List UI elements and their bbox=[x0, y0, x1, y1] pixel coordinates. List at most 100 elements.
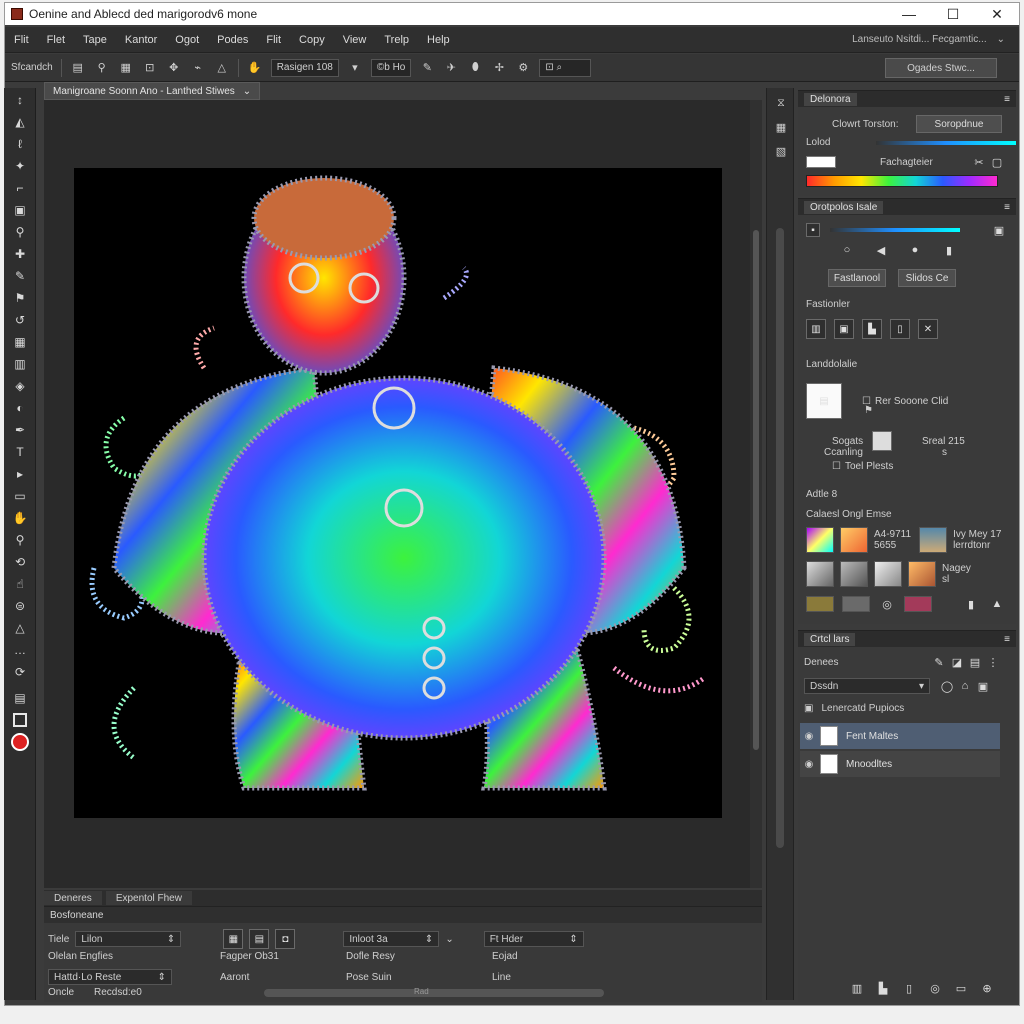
volume-icon[interactable]: ◀ bbox=[872, 241, 890, 259]
checkbox[interactable]: ☐ bbox=[832, 461, 841, 472]
link-icon[interactable]: ▦ bbox=[223, 929, 244, 949]
pen-tool-icon[interactable]: ✒ bbox=[9, 420, 31, 440]
group-icon[interactable]: ▣ bbox=[804, 703, 813, 714]
pen-icon[interactable]: ✎ bbox=[419, 60, 435, 76]
color-mode-button[interactable]: Soropdnue bbox=[916, 115, 1002, 133]
style-thumbnail[interactable] bbox=[840, 561, 868, 587]
filter-select[interactable]: Ft Hder ⇕ bbox=[483, 931, 584, 947]
grid-icon[interactable]: ▤ bbox=[249, 929, 270, 949]
document-tab[interactable]: Manigroane Soonn Ano - Lanthed Stiwes ⌄ bbox=[44, 82, 260, 100]
close-button[interactable]: ✕ bbox=[975, 3, 1019, 25]
panel-menu-icon[interactable]: ≡ bbox=[1004, 634, 1010, 645]
color-swatch[interactable] bbox=[806, 156, 836, 168]
menu-item[interactable]: Flit bbox=[5, 34, 38, 46]
style-thumbnail[interactable] bbox=[806, 561, 834, 587]
eyedropper-tool-icon[interactable]: ⚲ bbox=[9, 222, 31, 242]
bookmark-icon[interactable]: ▮ bbox=[940, 241, 958, 259]
style-thumbnail[interactable] bbox=[904, 596, 932, 612]
hand-tool-icon[interactable]: ✋ bbox=[9, 508, 31, 528]
menu-item[interactable]: Kantor bbox=[116, 34, 166, 46]
lock-icon[interactable]: ⊡ bbox=[142, 60, 158, 76]
edit-icon[interactable]: ▣ bbox=[990, 221, 1008, 239]
eye-icon[interactable]: ◉ bbox=[800, 759, 818, 770]
panel-menu-icon[interactable]: ≡ bbox=[1004, 202, 1010, 213]
crop-tool-icon[interactable]: ⌐ bbox=[9, 178, 31, 198]
mask-icon[interactable]: ▯ bbox=[900, 979, 918, 997]
menu-item[interactable]: View bbox=[334, 34, 376, 46]
pen-icon[interactable]: ✎ bbox=[930, 653, 948, 671]
align-center-icon[interactable]: ▣ bbox=[834, 319, 854, 339]
scrollbar-thumb[interactable] bbox=[753, 230, 759, 750]
layer-row[interactable]: ◉ Mnoodltes bbox=[800, 751, 1000, 777]
gradient-tool-icon[interactable]: ▥ bbox=[9, 354, 31, 374]
sharpen-tool-icon[interactable]: △ bbox=[9, 618, 31, 638]
layers-icon[interactable]: ▦ bbox=[772, 118, 790, 136]
search-icon[interactable]: ⚲ bbox=[94, 60, 110, 76]
zoom-tool-icon[interactable]: ⚲ bbox=[9, 530, 31, 550]
type-select[interactable]: Lilon ⇕ bbox=[75, 931, 182, 947]
pressure-icon[interactable]: ⬮ bbox=[467, 60, 483, 76]
record-icon[interactable] bbox=[9, 732, 31, 752]
blend-mode-select[interactable]: Dssdn ▾ bbox=[804, 678, 930, 694]
hand-icon[interactable]: ✋ bbox=[247, 60, 263, 76]
camera-icon[interactable]: ◘ bbox=[275, 929, 296, 949]
chevron-down-icon[interactable]: ▢ bbox=[988, 153, 1006, 171]
history-brush-tool-icon[interactable]: ↺ bbox=[9, 310, 31, 330]
refresh-icon[interactable]: ⟳ bbox=[9, 662, 31, 682]
opacity-slider[interactable] bbox=[830, 228, 960, 232]
minimize-button[interactable]: — bbox=[887, 3, 931, 25]
magic-wand-tool-icon[interactable]: ✦ bbox=[9, 156, 31, 176]
triangle-icon[interactable]: △ bbox=[214, 60, 230, 76]
symmetry-icon[interactable]: ✢ bbox=[491, 60, 507, 76]
style-thumbnail[interactable] bbox=[806, 596, 834, 612]
workspace-select[interactable]: Ogades Stwc... bbox=[885, 58, 997, 78]
grid-icon[interactable]: ▦ bbox=[118, 60, 134, 76]
menu-item[interactable]: Podes bbox=[208, 34, 257, 46]
align-right-icon[interactable]: ▙ bbox=[862, 319, 882, 339]
edit-toolbar-icon[interactable]: … bbox=[9, 640, 31, 660]
scroll-icon[interactable]: ▲ bbox=[988, 595, 1006, 613]
style-thumbnail[interactable] bbox=[806, 527, 834, 553]
chevron-down-icon[interactable]: ▾ bbox=[347, 60, 363, 76]
style-thumbnail[interactable] bbox=[874, 561, 902, 587]
airbrush-icon[interactable]: ✈ bbox=[443, 60, 459, 76]
canvas-vertical-scrollbar[interactable] bbox=[750, 100, 762, 888]
settings-icon[interactable]: ⚙ bbox=[515, 60, 531, 76]
horizontal-scrollbar[interactable]: Rad bbox=[264, 987, 604, 997]
maximize-button[interactable]: ☐ bbox=[931, 3, 975, 25]
dodge-tool-icon[interactable]: ◐ bbox=[9, 398, 31, 418]
align-left-icon[interactable]: ▥ bbox=[806, 319, 826, 339]
menu-item[interactable]: Tape bbox=[74, 34, 116, 46]
layer-thumb-icon[interactable]: ▪ bbox=[806, 223, 820, 237]
sponge-tool-icon[interactable]: ⊜ bbox=[9, 596, 31, 616]
style-thumbnail[interactable] bbox=[908, 561, 936, 587]
link-icon[interactable]: ▥ bbox=[848, 979, 866, 997]
chat-icon[interactable]: ◯ bbox=[938, 677, 956, 695]
style-thumbnail[interactable] bbox=[919, 527, 948, 553]
healing-tool-icon[interactable]: ✚ bbox=[9, 244, 31, 264]
menu-item[interactable]: Help bbox=[418, 34, 459, 46]
fastlanool-button[interactable]: Fastlanool bbox=[828, 269, 886, 287]
eraser-tool-icon[interactable]: ▦ bbox=[9, 332, 31, 352]
brush-tool-icon[interactable]: ✎ bbox=[9, 266, 31, 286]
color-slider[interactable] bbox=[876, 140, 1017, 145]
smudge-tool-icon[interactable]: ☝ bbox=[9, 574, 31, 594]
fx-icon[interactable]: ▙ bbox=[874, 979, 892, 997]
document-thumbnail[interactable]: ▤ bbox=[806, 383, 842, 419]
quick-mask-icon[interactable]: ▤ bbox=[9, 688, 31, 708]
new-layer-icon[interactable]: ⊕ bbox=[978, 979, 996, 997]
canvas[interactable] bbox=[74, 168, 722, 818]
lock-icon[interactable]: ⌂ bbox=[956, 677, 974, 695]
stamp-tool-icon[interactable]: ⚑ bbox=[9, 288, 31, 308]
blur-tool-icon[interactable]: ◈ bbox=[9, 376, 31, 396]
panel-menu-icon[interactable]: ≡ bbox=[1004, 94, 1010, 105]
adjust-icon[interactable]: ▧ bbox=[772, 142, 790, 160]
chevron-down-icon[interactable]: ⌄ bbox=[997, 34, 1005, 45]
marquee-tool-icon[interactable]: ◭ bbox=[9, 112, 31, 132]
folder-icon[interactable]: ▤ bbox=[966, 653, 984, 671]
hardness-field[interactable]: ©b Ho bbox=[370, 58, 412, 77]
record-icon[interactable]: ○ bbox=[838, 241, 856, 259]
color-spectrum[interactable] bbox=[806, 175, 998, 187]
chevron-down-icon[interactable]: ⌄ bbox=[445, 934, 453, 945]
menu-item[interactable]: Ogot bbox=[166, 34, 208, 46]
